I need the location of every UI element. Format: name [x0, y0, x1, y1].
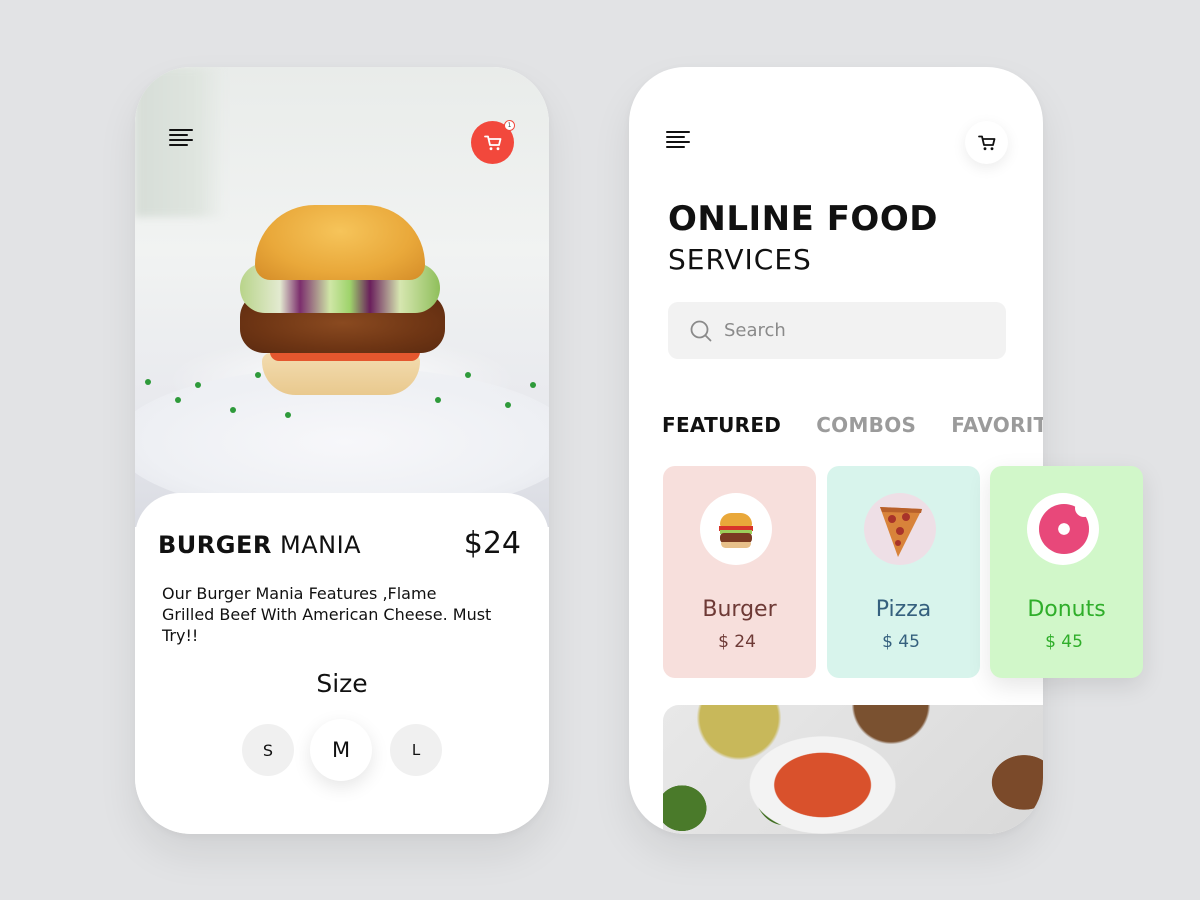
tab-combos[interactable]: COMBOS	[816, 413, 916, 437]
product-title-row: BURGER MANIA $24	[158, 526, 521, 561]
category-name: Donuts	[1027, 597, 1106, 622]
cart-button[interactable]	[965, 121, 1008, 164]
tab-favorites[interactable]: FAVORITES	[951, 413, 1043, 437]
shopping-cart-icon	[977, 135, 995, 150]
size-label: Size	[316, 669, 368, 698]
size-selector: S M L	[242, 715, 442, 781]
category-price: $ 45	[1045, 632, 1083, 652]
tab-featured[interactable]: FEATURED	[662, 413, 781, 437]
burger-hero-image: 1	[135, 67, 549, 527]
burger-thumbnail	[700, 493, 772, 565]
product-description: Our Burger Mania Features ,Flame Grilled…	[162, 584, 492, 645]
promo-food-image[interactable]	[663, 705, 1043, 834]
category-card-donuts[interactable]: Donuts $ 45	[990, 466, 1143, 678]
donut-bite	[1075, 499, 1093, 517]
category-price: $ 24	[718, 632, 756, 652]
sprout	[285, 412, 291, 418]
pizza-thumbnail	[864, 493, 936, 565]
size-option-s[interactable]: S	[242, 724, 294, 776]
sprout	[465, 372, 471, 378]
headline-bold: ONLINE FOOD	[668, 199, 938, 239]
category-price: $ 45	[882, 632, 920, 652]
pizza-slice-icon	[880, 507, 922, 557]
size-option-m-selected[interactable]: M	[310, 719, 372, 781]
sprout	[230, 407, 236, 413]
product-title-bold: BURGER	[158, 531, 272, 559]
cart-button[interactable]: 1	[471, 120, 515, 164]
thumb-bun-top	[720, 513, 752, 527]
sprout	[175, 397, 181, 403]
hamburger-menu-icon[interactable]	[666, 131, 694, 153]
thumb-bun-bottom	[721, 542, 751, 548]
sprout	[435, 397, 441, 403]
search-input[interactable]	[724, 320, 984, 341]
category-tabs: FEATURED COMBOS FAVORITES	[662, 413, 1043, 437]
home-screen: ONLINE FOOD SERVICES FEATURED COMBOS FAV…	[629, 67, 1043, 834]
shopping-cart-icon	[483, 135, 501, 150]
headline-light: SERVICES	[668, 243, 812, 276]
search-icon	[690, 320, 712, 341]
donut-thumbnail	[1027, 493, 1099, 565]
hamburger-menu-icon[interactable]	[169, 129, 197, 151]
sprout	[530, 382, 536, 388]
category-name: Pizza	[875, 597, 932, 622]
size-option-l[interactable]: L	[390, 724, 442, 776]
sprout	[505, 402, 511, 408]
sprout	[255, 372, 261, 378]
product-detail-screen: 1 BURGER MANIA $24 Our Burger Mania Feat…	[135, 67, 549, 834]
product-title: BURGER MANIA	[158, 531, 361, 559]
product-info-sheet: BURGER MANIA $24 Our Burger Mania Featur…	[135, 493, 549, 834]
product-title-light: MANIA	[279, 531, 362, 559]
category-card-burger[interactable]: Burger $ 24	[663, 466, 816, 678]
product-price: $24	[463, 526, 521, 561]
category-name: Burger	[702, 597, 777, 622]
sprout	[195, 382, 201, 388]
sprout	[145, 379, 151, 385]
search-bar[interactable]	[668, 302, 1006, 359]
top-bun	[255, 205, 425, 280]
burger-illustration	[230, 205, 450, 415]
cart-count-badge: 1	[504, 120, 515, 131]
category-card-pizza[interactable]: Pizza $ 45	[827, 466, 980, 678]
page-headline: ONLINE FOOD SERVICES	[668, 199, 938, 276]
